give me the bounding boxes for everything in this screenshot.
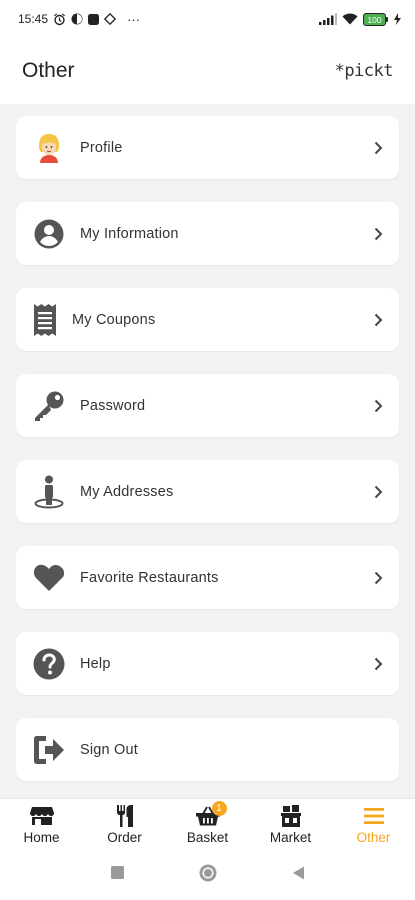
menu-label-profile: Profile <box>80 139 123 156</box>
diamond-app-icon <box>104 13 117 25</box>
menu-label-favorite-restaurants: Favorite Restaurants <box>80 569 219 586</box>
recent-apps-button[interactable] <box>110 866 124 884</box>
menu-label-sign-out: Sign Out <box>80 741 139 758</box>
key-icon <box>32 389 66 423</box>
battery-level: 100 <box>367 15 381 25</box>
wifi-icon <box>342 13 358 25</box>
nav-tab-order[interactable]: Order <box>83 799 166 850</box>
basket-icon: 1 <box>195 800 227 827</box>
chevron-right-icon <box>371 313 385 327</box>
account-circle-icon <box>32 217 66 251</box>
page-title: Other <box>22 59 75 82</box>
system-navigation-bar <box>0 850 415 900</box>
menu-list: Profile My Information My Coupons Passwo… <box>0 104 415 798</box>
menu-item-help[interactable]: Help <box>16 632 399 695</box>
charging-icon <box>394 13 401 25</box>
nav-label-other: Other <box>356 829 391 845</box>
menu-label-my-coupons: My Coupons <box>72 311 156 328</box>
menu-label-my-addresses: My Addresses <box>80 483 174 500</box>
app-header: Other *pickt <box>0 38 415 104</box>
bottom-navigation: Home Order 1 Basket Market Other <box>0 798 415 850</box>
cutlery-icon <box>112 804 138 827</box>
signal-icon <box>319 13 337 25</box>
menu-item-my-addresses[interactable]: My Addresses <box>16 460 399 523</box>
menu-item-password[interactable]: Password <box>16 374 399 437</box>
receipt-icon <box>28 303 62 337</box>
nav-tab-home[interactable]: Home <box>0 799 83 850</box>
menu-item-my-information[interactable]: My Information <box>16 202 399 265</box>
battery-icon: 100 <box>363 12 389 26</box>
hamburger-menu-icon <box>361 805 387 827</box>
square-app-icon <box>88 13 100 25</box>
menu-item-favorite-restaurants[interactable]: Favorite Restaurants <box>16 546 399 609</box>
avatar-icon <box>32 131 66 165</box>
status-time: 15:45 <box>18 12 49 26</box>
menu-item-profile[interactable]: Profile <box>16 116 399 179</box>
nav-label-order: Order <box>107 829 142 845</box>
brand-logo: *pickt <box>334 61 394 81</box>
nav-tab-other[interactable]: Other <box>332 799 415 850</box>
status-bar: 15:45 ··· 100 <box>0 0 415 38</box>
home-button[interactable] <box>198 863 218 888</box>
help-icon <box>32 647 66 681</box>
nav-label-basket: Basket <box>186 829 229 845</box>
menu-item-sign-out[interactable]: Sign Out <box>16 718 399 781</box>
chevron-right-icon <box>371 227 385 241</box>
nav-tab-basket[interactable]: 1 Basket <box>166 799 249 850</box>
nav-label-market: Market <box>269 829 312 845</box>
heart-icon <box>32 561 66 595</box>
alarm-icon <box>53 12 66 26</box>
chevron-right-icon <box>371 485 385 499</box>
market-icon <box>278 804 304 827</box>
store-icon <box>29 805 55 827</box>
nav-label-home: Home <box>23 829 60 845</box>
menu-label-my-information: My Information <box>80 225 179 242</box>
chevron-right-icon <box>371 399 385 413</box>
chevron-right-icon <box>371 657 385 671</box>
nav-tab-market[interactable]: Market <box>249 799 332 850</box>
person-pin-icon <box>32 475 66 509</box>
menu-item-my-coupons[interactable]: My Coupons <box>16 288 399 351</box>
back-button[interactable] <box>292 866 305 885</box>
more-notifications: ··· <box>127 11 141 27</box>
menu-label-password: Password <box>80 397 146 414</box>
menu-label-help: Help <box>80 655 111 672</box>
chevron-right-icon <box>371 571 385 585</box>
circle-app-icon <box>71 13 83 25</box>
sign-out-icon <box>32 733 66 767</box>
chevron-right-icon <box>371 141 385 155</box>
basket-count-badge: 1 <box>211 800 227 816</box>
